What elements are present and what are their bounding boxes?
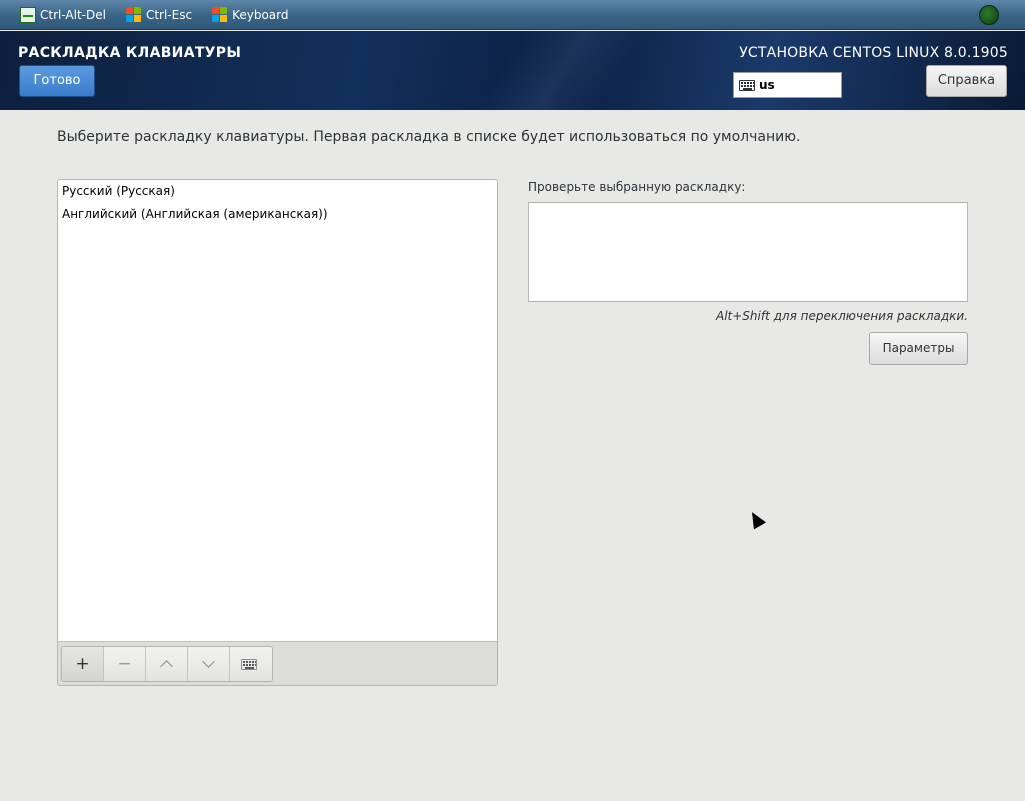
chevron-down-icon [202, 655, 215, 668]
header: РАСКЛАДКА КЛАВИАТУРЫ Готово УСТАНОВКА CE… [0, 31, 1025, 110]
preview-layout-button[interactable] [230, 647, 272, 681]
switch-hint: Alt+Shift для переключения раскладки. [716, 309, 968, 323]
layout-indicator-label: us [759, 78, 775, 92]
windows-icon [212, 6, 229, 23]
remote-control-bar: Ctrl-Alt-Del Ctrl-Esc Keyboard [0, 0, 1025, 30]
add-layout-button[interactable]: + [62, 647, 104, 681]
test-layout-input[interactable] [528, 202, 968, 302]
monitor-icon [20, 6, 36, 23]
layout-list[interactable]: Русский (Русская) Английский (Английская… [58, 180, 497, 642]
keyboard-layout-indicator[interactable]: us [733, 72, 842, 98]
ctrl-alt-del-button[interactable]: Ctrl-Alt-Del [20, 0, 106, 30]
ctrl-alt-del-label: Ctrl-Alt-Del [40, 7, 106, 22]
chevron-up-icon [160, 660, 173, 673]
remove-icon: − [117, 654, 132, 674]
layout-list-panel: Русский (Русская) Английский (Английская… [57, 179, 498, 686]
ctrl-esc-label: Ctrl-Esc [145, 7, 193, 22]
move-up-button[interactable] [146, 647, 188, 681]
keyboard-icon [739, 79, 755, 91]
page-title: РАСКЛАДКА КЛАВИАТУРЫ [18, 45, 242, 61]
windows-icon [125, 6, 142, 23]
connection-status-icon [979, 5, 999, 25]
keyboard-button[interactable]: Keyboard [212, 0, 289, 30]
keyboard-icon [241, 658, 257, 670]
list-item[interactable]: Английский (Английская (американская)) [58, 203, 497, 226]
options-button[interactable]: Параметры [869, 332, 968, 365]
test-layout-label: Проверьте выбранную раскладку: [528, 180, 746, 194]
keyboard-label: Keyboard [232, 7, 289, 22]
instruction-text: Выберите раскладку клавиатуры. Первая ра… [57, 129, 801, 145]
help-button[interactable]: Справка [926, 65, 1007, 97]
remove-layout-button[interactable]: − [104, 647, 146, 681]
mouse-cursor-icon [745, 508, 767, 530]
toolbar-button-group: + − [61, 646, 273, 682]
product-title: УСТАНОВКА CENTOS LINUX 8.0.1905 [739, 45, 1008, 61]
list-toolbar: + − [58, 641, 497, 685]
done-button[interactable]: Готово [19, 65, 95, 97]
move-down-button[interactable] [188, 647, 230, 681]
ctrl-esc-button[interactable]: Ctrl-Esc [125, 0, 193, 30]
list-item[interactable]: Русский (Русская) [58, 180, 497, 203]
add-icon: + [75, 654, 90, 674]
